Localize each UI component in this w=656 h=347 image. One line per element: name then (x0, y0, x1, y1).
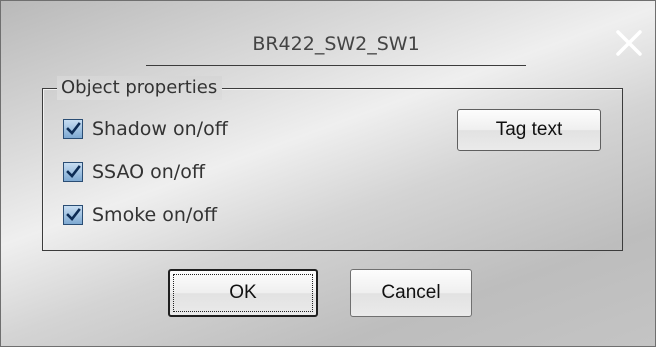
group-legend: Object properties (57, 76, 223, 100)
dialog-window: BR422_SW2_SW1 Object properties Shadow o… (0, 0, 656, 347)
focus-ring (173, 274, 313, 312)
checkbox-checked-icon (63, 205, 83, 225)
shadow-checkbox-label: Shadow on/off (92, 118, 228, 140)
checkbox-checked-icon (63, 119, 83, 139)
shadow-checkbox[interactable]: Shadow on/off (63, 115, 228, 143)
close-icon (616, 30, 642, 56)
close-button[interactable] (609, 23, 649, 63)
dialog-title: BR422_SW2_SW1 (146, 27, 526, 66)
object-properties-group: Object properties Shadow on/off SSAO on/… (42, 76, 623, 251)
ssao-checkbox[interactable]: SSAO on/off (63, 158, 205, 186)
ok-button[interactable]: OK (168, 269, 318, 317)
ssao-checkbox-label: SSAO on/off (92, 161, 205, 183)
tag-text-button[interactable]: Tag text (457, 109, 601, 151)
smoke-checkbox-label: Smoke on/off (92, 204, 218, 226)
cancel-button[interactable]: Cancel (350, 269, 472, 317)
smoke-checkbox[interactable]: Smoke on/off (63, 201, 217, 229)
checkbox-checked-icon (63, 162, 83, 182)
